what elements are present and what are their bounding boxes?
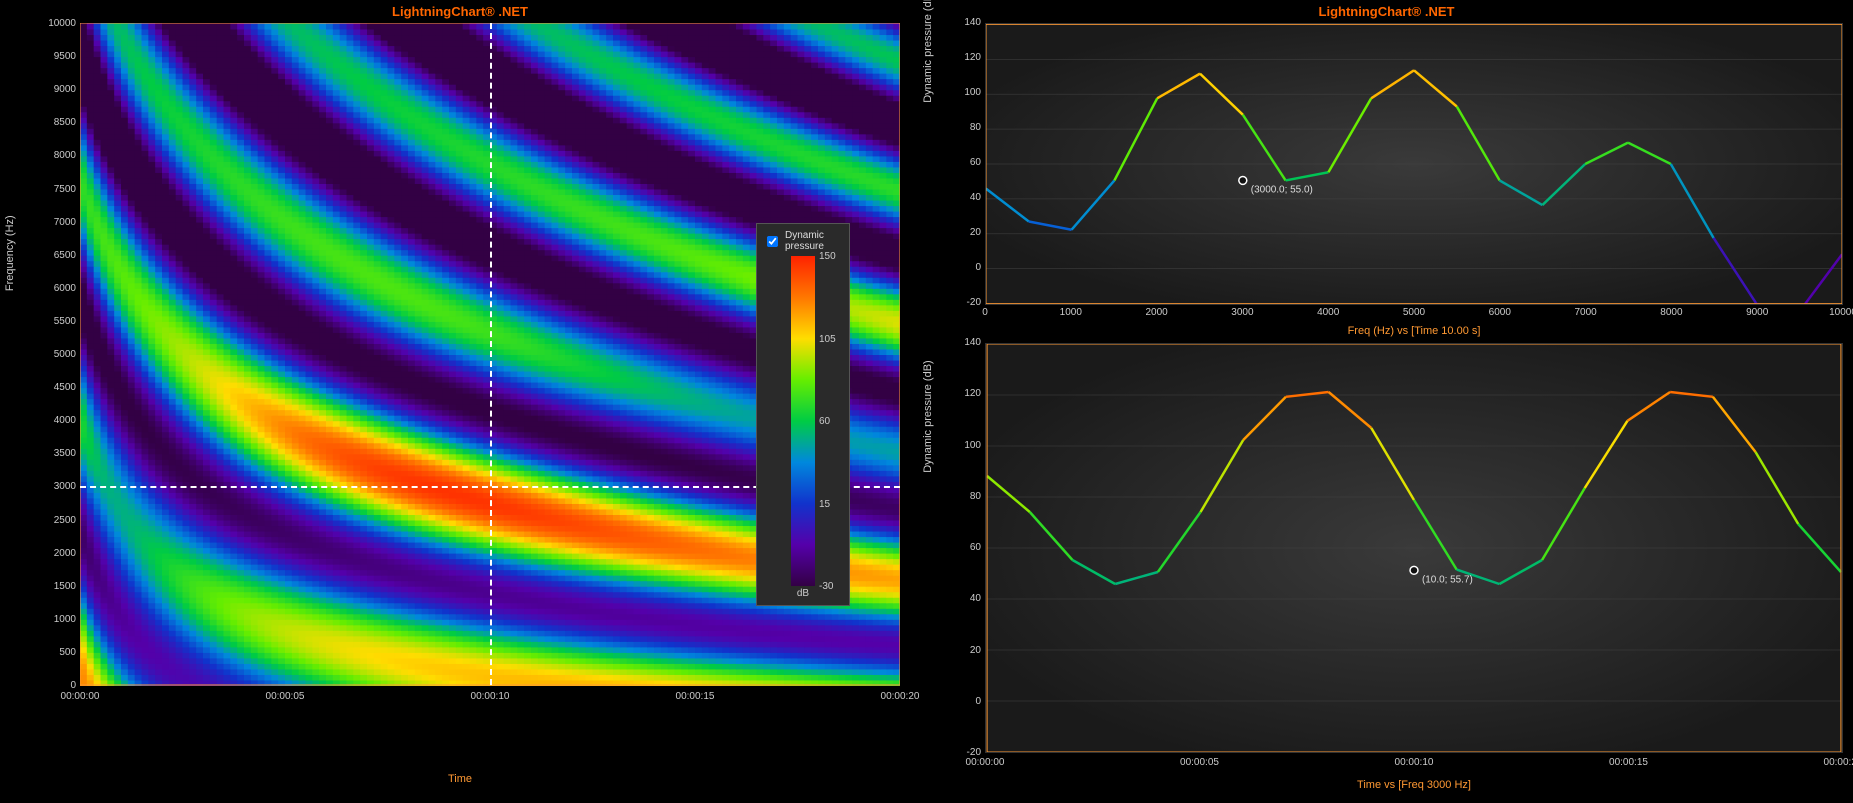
line-ytick: 0 [951,696,981,707]
heatmap-ytick: 8500 [30,117,76,128]
line-ytick: 140 [951,337,981,348]
line-xtick: 00:00:00 [960,757,1010,768]
bot-line-svg: (10.0; 55.7) [986,344,1842,752]
heatmap-plot-area[interactable]: Frequency (Hz) 0500100015002000250030003… [10,23,910,763]
heatmap-xtick: 00:00:20 [875,691,925,702]
heatmap-ytick: 5000 [30,349,76,360]
line-ytick: 60 [951,157,981,168]
heatmap-legend: Dynamic pressure 1501056015-30 dB [756,223,850,606]
chart-title-left: LightningChart® .NET [0,0,920,23]
top-line-xlabel: Freq (Hz) vs [Time 10.00 s] [985,325,1843,337]
heatmap-ytick: 500 [30,647,76,658]
heatmap-ytick: 5500 [30,316,76,327]
line-ytick: 20 [951,645,981,656]
bot-line-ylabel: Dynamic pressure (dB) [922,360,934,472]
line-ytick: 120 [951,52,981,63]
heatmap-ytick: 3000 [30,481,76,492]
heatmap-ylabel: Frequency (Hz) [4,215,16,291]
line-ytick: 0 [951,262,981,273]
heatmap-ytick: 0 [30,680,76,691]
line-ytick: 140 [951,17,981,28]
heatmap-ytick: 1500 [30,581,76,592]
legend-dynamic-pressure-toggle[interactable]: Dynamic pressure [763,230,843,252]
heatmap-ytick: 3500 [30,448,76,459]
heatmap-ytick: 8000 [30,150,76,161]
line-xtick: 10000 [1818,307,1853,318]
line-ytick: 120 [951,388,981,399]
line-xtick: 2000 [1132,307,1182,318]
line-xtick: 8000 [1646,307,1696,318]
heatmap-xtick: 00:00:00 [55,691,105,702]
heatmap-xtick: 00:00:15 [670,691,720,702]
line-xtick: 5000 [1389,307,1439,318]
line-ytick: 100 [951,440,981,451]
colorbar-tick: 60 [819,416,830,427]
line-xtick: 00:00:10 [1389,757,1439,768]
heatmap-xlabel: Time [10,773,910,785]
colorbar-tick: 150 [819,251,836,262]
line-xtick: 00:00:20 [1818,757,1853,768]
heatmap-ytick: 2000 [30,548,76,559]
legend-title: Dynamic pressure [785,230,843,252]
heatmap-ytick: 9500 [30,51,76,62]
heatmap-ytick: 1000 [30,614,76,625]
bot-line-plot[interactable]: (10.0; 55.7) [985,343,1843,753]
line-ytick: 40 [951,192,981,203]
top-line-ylabel: Dynamic pressure (dB) [922,0,934,103]
legend-checkbox[interactable] [767,236,778,247]
chart-title-right: LightningChart® .NET [920,0,1853,23]
bot-line-xlabel: Time vs [Freq 3000 Hz] [985,779,1843,791]
top-line-svg: (3000.0; 55.0) [986,24,1842,304]
heatmap-ytick: 2500 [30,515,76,526]
bottom-line-chart[interactable]: Dynamic pressure (dB) (10.0; 55.7) -2002… [930,343,1843,793]
line-xtick: 1000 [1046,307,1096,318]
heatmap-xtick: 00:00:10 [465,691,515,702]
heatmap-ytick: 4000 [30,415,76,426]
heatmap-xtick: 00:00:05 [260,691,310,702]
heatmap-ytick: 9000 [30,84,76,95]
line-ytick: 20 [951,227,981,238]
colorbar [791,256,815,586]
line-xtick: 9000 [1732,307,1782,318]
colorbar-tick: -30 [819,581,833,592]
heatmap-ytick: 10000 [30,18,76,29]
heatmap-ytick: 7000 [30,217,76,228]
line-ytick: 60 [951,542,981,553]
heatmap-ytick: 6000 [30,283,76,294]
line-xtick: 7000 [1561,307,1611,318]
top-line-plot[interactable]: (3000.0; 55.0) [985,23,1843,305]
heatmap-ytick: 6500 [30,250,76,261]
line-xtick: 0 [960,307,1010,318]
colorbar-tick: 105 [819,334,836,345]
heatmap-ytick: 7500 [30,184,76,195]
line-ytick: 80 [951,122,981,133]
line-ytick: 80 [951,491,981,502]
heatmap-ytick: 4500 [30,382,76,393]
line-xtick: 6000 [1475,307,1525,318]
line-xtick: 00:00:15 [1604,757,1654,768]
line-xtick: 00:00:05 [1175,757,1225,768]
line-ytick: 100 [951,87,981,98]
heatmap-panel: LightningChart® .NET Frequency (Hz) 0 500… [0,0,920,803]
line-ytick: 40 [951,593,981,604]
line-xtick: 4000 [1303,307,1353,318]
line-charts-panel: LightningChart® .NET Dynamic pressure (d… [920,0,1853,803]
colorbar-tick: 15 [819,499,830,510]
top-line-chart[interactable]: Dynamic pressure (dB) (3000.0; 55.0) -20… [930,23,1843,343]
line-xtick: 3000 [1217,307,1267,318]
